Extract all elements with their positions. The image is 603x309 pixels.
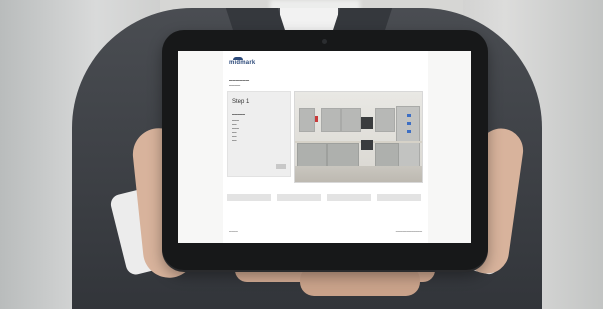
option-button[interactable]: [277, 194, 321, 201]
base-cabinet: [327, 143, 359, 167]
wall-cabinet: [321, 108, 341, 132]
base-cabinet: [297, 143, 327, 167]
base-cabinet: [375, 143, 399, 167]
footer-copyright: ▬▬▬▬: [229, 231, 238, 233]
wall-cabinet: [299, 108, 315, 132]
app-subtitle: ▬▬▬▬: [229, 83, 241, 87]
step-title: Step 1: [232, 99, 250, 105]
blue-bin: [407, 122, 411, 125]
blue-bin: [407, 114, 411, 117]
red-bin: [315, 116, 318, 122]
option-button[interactable]: [327, 194, 371, 201]
tablet-device: midmark ▬▬▬▬▬▬ ▬▬▬▬ Step 1 ▬▬▬▬▬ ▬▬▬ ▬▬ …: [162, 30, 488, 270]
style-option[interactable]: ▬▬: [232, 136, 237, 138]
wall-cabinet: [375, 108, 395, 132]
option-button[interactable]: [227, 194, 271, 201]
blue-bin: [407, 130, 411, 133]
step-panel: Step 1 ▬▬▬▬▬ ▬▬▬ ▬▬ ▬▬▬ ▬▬ ▬▬ ▬▬: [227, 91, 291, 177]
cabinet-preview-image: [294, 91, 423, 183]
camera-icon: [322, 39, 327, 44]
floor: [295, 166, 422, 182]
appliance-lower: [361, 140, 373, 150]
style-option[interactable]: ▬▬: [232, 140, 237, 142]
step-question: ▬▬▬▬▬: [232, 113, 245, 116]
option-button-row: [227, 194, 423, 201]
fingers-under-tablet-2: [300, 266, 420, 296]
appliance-upper: [361, 117, 373, 129]
option-button[interactable]: [377, 194, 421, 201]
brand-logo[interactable]: midmark: [229, 60, 255, 66]
footer-links[interactable]: ▬▬▬▬▬▬▬▬▬▬▬▬: [396, 231, 422, 233]
wall-cabinet: [341, 108, 361, 132]
tablet-screen[interactable]: midmark ▬▬▬▬▬▬ ▬▬▬▬ Step 1 ▬▬▬▬▬ ▬▬▬ ▬▬ …: [178, 51, 471, 243]
style-option[interactable]: ▬▬▬: [232, 128, 239, 130]
next-button[interactable]: [276, 164, 286, 169]
photo-scene: midmark ▬▬▬▬▬▬ ▬▬▬▬ Step 1 ▬▬▬▬▬ ▬▬▬ ▬▬ …: [0, 0, 603, 309]
style-option[interactable]: ▬▬▬: [232, 120, 239, 122]
app-title: ▬▬▬▬▬▬: [229, 78, 250, 82]
style-option[interactable]: ▬▬: [232, 124, 237, 126]
style-option[interactable]: ▬▬: [232, 132, 237, 134]
website-page: midmark ▬▬▬▬▬▬ ▬▬▬▬ Step 1 ▬▬▬▬▬ ▬▬▬ ▬▬ …: [223, 51, 428, 243]
